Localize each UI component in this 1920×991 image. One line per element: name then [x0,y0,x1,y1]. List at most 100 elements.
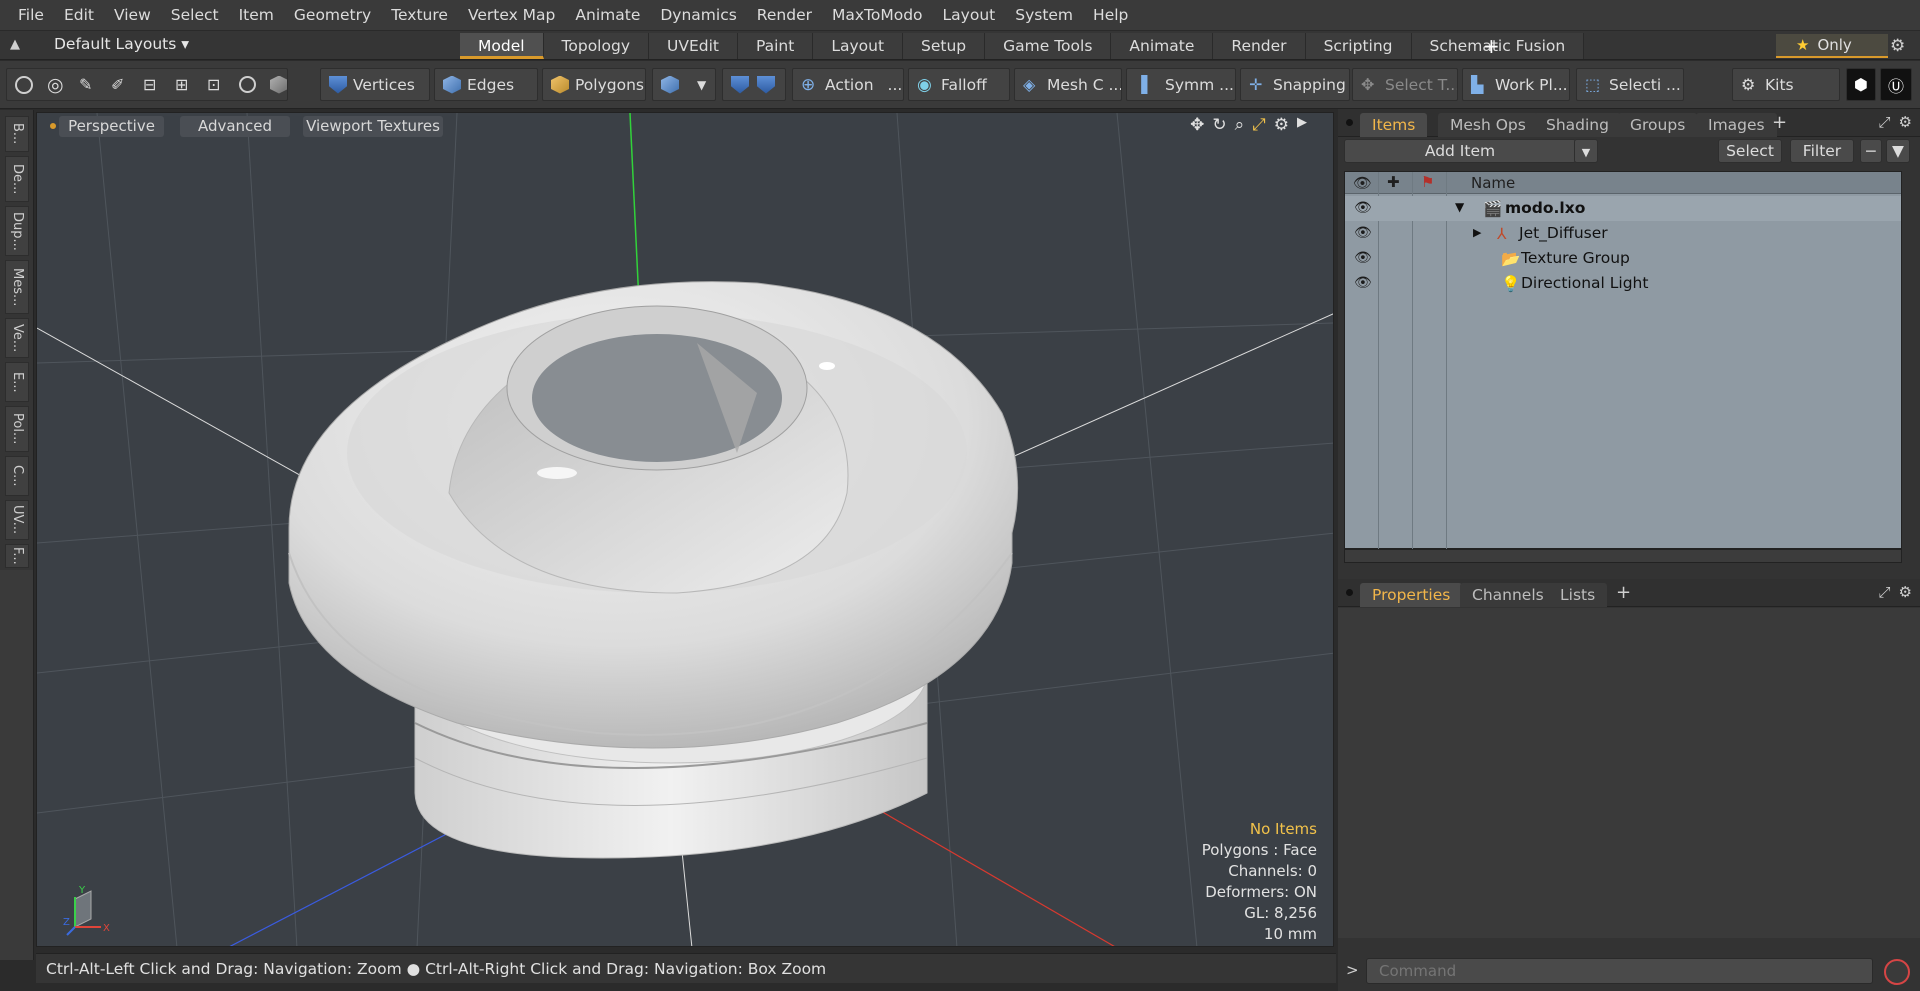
advanced-button[interactable]: Advanced [180,116,290,137]
tab-model[interactable]: Model [460,33,544,59]
circle-icon[interactable] [239,76,256,93]
menu-system[interactable]: System [1005,6,1083,24]
menu-render[interactable]: Render [747,6,822,24]
mesh-constraint-button[interactable]: ◈ Mesh C ... [1014,68,1122,101]
left-tab-vertex[interactable]: Ve... [5,318,29,358]
tab-lists[interactable]: Lists [1548,583,1608,607]
grid-snap-icon[interactable]: ⊞ [175,75,193,94]
left-tab-mesh-edit[interactable]: Mes... [5,260,29,314]
collapse-list-button[interactable]: − [1860,139,1882,163]
left-tab-polygon[interactable]: Pol... [5,406,29,452]
falloff-button[interactable]: ◉ Falloff [908,68,1010,101]
menu-edit[interactable]: Edit [54,6,104,24]
polygons-button[interactable]: Polygons [542,68,646,101]
menu-help[interactable]: Help [1083,6,1138,24]
symmetry-shields[interactable] [722,68,786,101]
work-plane-button[interactable]: ▙ Work Pl... [1462,68,1570,101]
tab-images[interactable]: Images [1696,113,1777,137]
left-tab-uv[interactable]: UV... [5,500,29,540]
tab-scripting[interactable]: Scripting [1305,33,1412,59]
add-props-tab-icon[interactable]: + [1616,582,1631,603]
frame-icon[interactable]: ⊡ [207,75,225,94]
viewport-textures-button[interactable]: Viewport Textures [303,116,443,137]
tree-horizontal-scrollbar[interactable] [1344,549,1902,563]
tab-properties[interactable]: Properties [1360,583,1463,607]
tab-groups[interactable]: Groups [1618,113,1698,137]
play-icon[interactable]: ▶ [1297,115,1307,135]
menu-texture[interactable]: Texture [381,6,458,24]
tree-row-texture-group[interactable]: 👁 📂 Texture Group [1345,246,1901,271]
filter-funnel-button[interactable]: ▼ [1886,139,1910,163]
3d-viewport[interactable]: Perspective Advanced Viewport Textures ✥… [36,112,1334,947]
material-mode-button[interactable]: ▼ [652,68,716,101]
default-layouts-dropdown[interactable]: Default Layouts ▾ [54,35,189,53]
left-tab-duplicate[interactable]: Dup... [5,206,29,256]
maximize-icon[interactable]: ⤢ [1252,115,1266,135]
pan-icon[interactable]: ✥ [1190,115,1204,135]
tab-topology[interactable]: Topology [543,33,649,59]
record-icon[interactable] [1884,959,1910,985]
globe-icon[interactable]: ◎ [47,75,65,94]
tab-paint[interactable]: Paint [737,33,814,59]
left-tab-curve[interactable]: C... [5,456,29,496]
jet-diffuser-mesh[interactable] [288,281,1019,859]
add-panel-tab-icon[interactable]: + [1772,112,1787,133]
visibility-eye-icon[interactable]: 👁 [1354,275,1372,291]
visibility-eye-icon[interactable]: 👁 [1354,225,1372,241]
kits-button[interactable]: ⚙ Kits [1732,68,1840,101]
tab-channels[interactable]: Channels [1460,583,1556,607]
select-button[interactable]: Select [1718,139,1782,163]
left-tab-basic[interactable]: B... [5,116,29,152]
menu-maxtomodo[interactable]: MaxToModo [822,6,933,24]
item-mode-icon[interactable] [270,75,287,94]
add-tab-icon[interactable]: + [1483,34,1500,58]
left-tab-fusion[interactable]: F... [5,544,29,568]
menu-view[interactable]: View [104,6,161,24]
selection-sets-button[interactable]: ⬚ Selecti ... [1576,68,1684,101]
filter-button[interactable]: Filter [1790,139,1854,163]
tab-mesh-ops[interactable]: Mesh Ops [1438,113,1538,137]
brush-icon[interactable]: ✐ [111,75,129,94]
link-icon[interactable]: ⊟ [143,75,161,94]
select-through-button[interactable]: ✥ Select T... [1352,68,1458,101]
collapse-arrow-icon[interactable]: ▶ [1473,226,1481,239]
left-tab-edge[interactable]: E... [5,362,29,402]
menu-geometry[interactable]: Geometry [284,6,381,24]
tab-shading[interactable]: Shading [1534,113,1621,137]
zoom-icon[interactable]: ⌕ [1235,115,1245,135]
tab-items[interactable]: Items [1360,113,1428,137]
symmetry-button[interactable]: ▐ Symm ... [1126,68,1236,101]
viewport-gear-icon[interactable]: ⚙ [1274,115,1289,135]
tree-row-directional-light[interactable]: 👁 💡 Directional Light [1345,271,1901,296]
gear-icon[interactable]: ⚙ [1890,36,1905,56]
menu-select[interactable]: Select [161,6,229,24]
only-button[interactable]: ★ Only [1776,34,1888,58]
tree-row-scene[interactable]: 👁 ▼ 🎬 modo.lxo [1345,196,1901,221]
tab-game-tools[interactable]: Game Tools [985,33,1112,59]
menu-layout[interactable]: Layout [933,6,1006,24]
viewport-scene[interactable] [37,113,1334,947]
unity-button[interactable]: ⬢ [1846,68,1876,101]
menu-dynamics[interactable]: Dynamics [650,6,746,24]
add-item-dropdown[interactable]: ▼ [1574,139,1598,163]
left-tab-deform[interactable]: De... [5,156,29,202]
menu-animate[interactable]: Animate [565,6,650,24]
menu-vertex-map[interactable]: Vertex Map [458,6,565,24]
visibility-eye-icon[interactable]: 👁 [1354,200,1372,216]
panel-gear-icon[interactable]: ⚙ [1899,113,1912,131]
action-center-button[interactable]: ⊕ Action ... [792,68,904,101]
perspective-button[interactable]: Perspective [59,116,164,137]
tab-uvedit[interactable]: UVEdit [649,33,738,59]
expand-icon[interactable]: ⤢ [1879,583,1891,601]
edges-button[interactable]: Edges [434,68,538,101]
tab-layout[interactable]: Layout [813,33,904,59]
menu-file[interactable]: File [8,6,54,24]
visibility-eye-icon[interactable]: 👁 [1354,250,1372,266]
expand-arrow-icon[interactable]: ▼ [1455,200,1464,214]
rotate-icon[interactable]: ↻ [1212,115,1226,135]
pen-icon[interactable]: ✎ [79,75,97,94]
menu-item[interactable]: Item [229,6,284,24]
tab-setup[interactable]: Setup [903,33,986,59]
circle-select-icon[interactable] [15,75,33,94]
tab-render[interactable]: Render [1213,33,1306,59]
